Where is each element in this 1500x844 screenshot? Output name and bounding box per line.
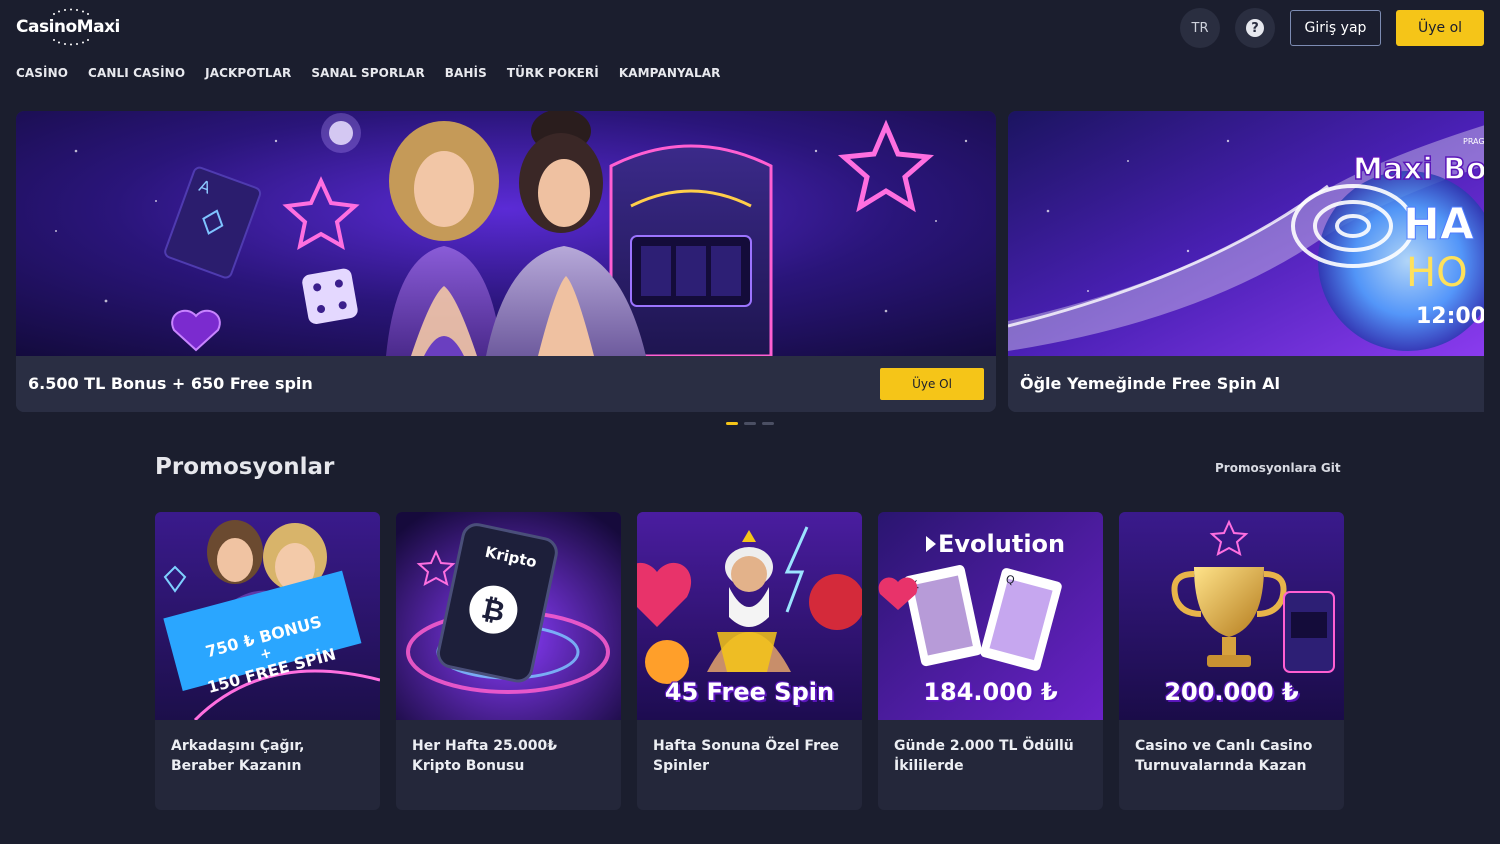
nav-item-jackpots[interactable]: JACKPOTLAR [205, 66, 291, 80]
nav-item-virtual-sports[interactable]: SANAL SPORLAR [311, 66, 424, 80]
hero-slide[interactable]: PRAG Maxi Bon HA HO 12:00 Öğle Yemeğinde… [1008, 111, 1484, 412]
promo-card-title: Arkadaşını Çağır, Beraber Kazanın [171, 738, 305, 774]
promo-card-image: Evolution K Q 184.000 ₺ [878, 512, 1103, 720]
help-icon: ? [1246, 19, 1264, 37]
slider-dot[interactable] [762, 422, 774, 425]
casinomaxi-logo[interactable]: CasinoMaxi [16, 8, 126, 46]
promo-card[interactable]: Evolution K Q 184.000 ₺ Günde 2.000 TL Ö… [878, 512, 1103, 810]
promotions-heading: Promosyonlar [155, 454, 335, 480]
promotions-link[interactable]: Promosyonlara Git [1215, 461, 1341, 475]
slider-dot[interactable] [744, 422, 756, 425]
hero-signup-button[interactable]: Üye Ol [880, 368, 984, 400]
logo-text: CasinoMaxi [16, 17, 120, 37]
hero-slide-caption: Öğle Yemeğinde Free Spin Al [1008, 356, 1484, 412]
promo-card-title: Casino ve Canlı Casino Turnuvalarında Ka… [1135, 738, 1313, 774]
promo-card-4-art-brand: Evolution [938, 530, 1065, 558]
hero-slide-title: Öğle Yemeğinde Free Spin Al [1020, 374, 1281, 393]
promo-card-image: 750 ₺ BONUS + 150 FREE SPİN [155, 512, 380, 720]
nav-item-campaigns[interactable]: KAMPANYALAR [619, 66, 721, 80]
signup-button[interactable]: Üye ol [1396, 10, 1484, 46]
promo-card[interactable]: 750 ₺ BONUS + 150 FREE SPİN Arkadaşını Ç… [155, 512, 380, 810]
hero-slide-image: A [16, 111, 996, 356]
slider-dot-active[interactable] [726, 422, 738, 425]
nav-item-betting[interactable]: BAHİS [445, 66, 487, 80]
slot-machine-icon [1283, 591, 1335, 673]
promo-card[interactable]: 200.000 ₺ Casino ve Canlı Casino Turnuva… [1119, 512, 1344, 810]
dice-icon [302, 268, 358, 324]
login-button[interactable]: Giriş yap [1290, 10, 1381, 46]
slide-2-art-small: PRAG [1463, 137, 1484, 146]
promo-card-title: Hafta Sonuna Özel Free Spinler [653, 738, 839, 774]
promo-card[interactable]: Kripto ₿ Her Hafta 25.000₺ Kripto Bonusu [396, 512, 621, 810]
hero-slide-image: PRAG Maxi Bon HA HO 12:00 [1008, 111, 1484, 356]
promo-card-3-art-overlay: 45 Free Spin [664, 678, 835, 706]
promo-card-image: 200.000 ₺ [1119, 512, 1344, 720]
slide-2-art-sub: HO [1406, 250, 1468, 296]
promo-card-image: 45 Free Spin [637, 512, 862, 720]
promo-card-title: Her Hafta 25.000₺ Kripto Bonusu [412, 738, 558, 774]
promo-card-image: Kripto ₿ [396, 512, 621, 720]
main-nav: CASİNO CANLI CASİNO JACKPOTLAR SANAL SPO… [16, 66, 740, 80]
slide-2-art-heading: HA [1403, 199, 1474, 250]
promo-card-5-art-overlay: 200.000 ₺ [1164, 678, 1299, 706]
language-button[interactable]: TR [1180, 8, 1220, 48]
hero-slide-title: 6.500 TL Bonus + 650 Free spin [28, 374, 313, 393]
hero-slide-caption: 6.500 TL Bonus + 650 Free spin Üye Ol [16, 356, 996, 412]
site-header: CasinoMaxi TR ? Giriş yap Üye ol CASİNO … [0, 0, 1500, 98]
promo-card-title: Günde 2.000 TL Ödüllü İkililerde [894, 738, 1074, 774]
nav-item-turkish-poker[interactable]: TÜRK POKERİ [507, 66, 599, 80]
hero-slide[interactable]: A 6.500 TL Bonus + 650 Free spin Üye Ol [16, 111, 996, 412]
nav-item-casino[interactable]: CASİNO [16, 66, 68, 80]
slide-2-art-logo: Maxi Bon [1353, 152, 1484, 187]
slider-pagination [726, 422, 774, 425]
promo-card-4-art-overlay: 184.000 ₺ [923, 678, 1058, 706]
help-button[interactable]: ? [1235, 8, 1275, 48]
nav-item-live-casino[interactable]: CANLI CASİNO [88, 66, 185, 80]
hero-slider[interactable]: A 6.500 TL Bonus + 650 Free spin Üye Ol … [16, 111, 1484, 413]
promo-card[interactable]: 45 Free Spin Hafta Sonuna Özel Free Spin… [637, 512, 862, 810]
slide-2-art-time: 12:00 [1416, 304, 1484, 329]
